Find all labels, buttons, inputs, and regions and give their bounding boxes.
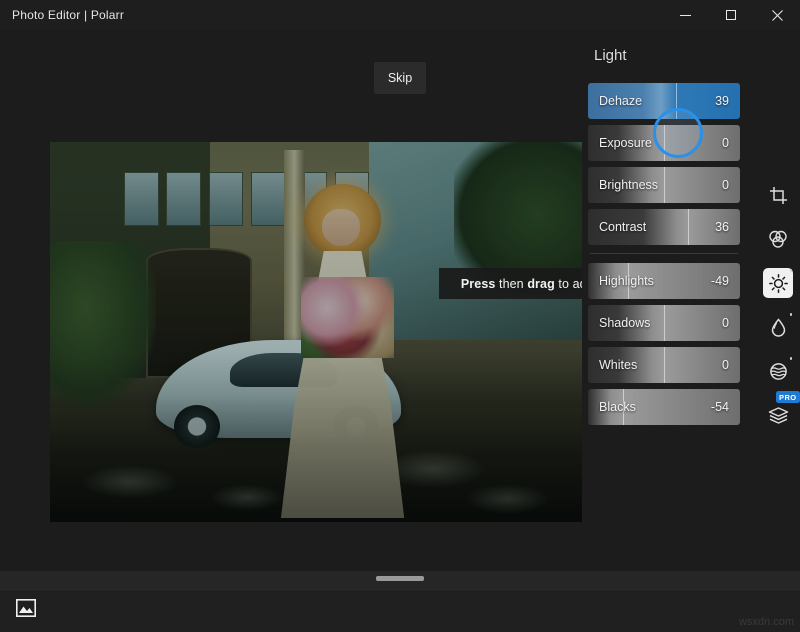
crop-tool[interactable]	[763, 180, 793, 210]
slider-marker	[664, 305, 665, 341]
light-adjust-panel: Light Dehaze 39 Exposure 0 Brightness 0 Contra…	[584, 30, 756, 577]
slider-label: Highlights	[599, 274, 654, 288]
slider-value: -49	[711, 274, 729, 288]
slider-marker	[664, 347, 665, 383]
maximize-icon[interactable]	[708, 0, 754, 30]
photo-canvas[interactable]: Press then drag to adjust.	[50, 142, 582, 522]
effects-tool[interactable]	[763, 312, 793, 342]
slider-exposure[interactable]: Exposure 0	[588, 125, 740, 161]
slider-brightness[interactable]: Brightness 0	[588, 167, 740, 203]
slider-value: -54	[711, 400, 729, 414]
slider-whites[interactable]: Whites 0	[588, 347, 740, 383]
tooltip-bold-press: Press	[461, 277, 496, 291]
slider-dehaze[interactable]: Dehaze 39	[588, 83, 740, 119]
slider-highlights[interactable]: Highlights -49	[588, 263, 740, 299]
slider-marker	[664, 125, 665, 161]
tool-indicator-dot	[790, 269, 793, 272]
slider-group-divider	[590, 253, 738, 254]
slider-label: Exposure	[599, 136, 652, 150]
crop-icon	[769, 186, 788, 205]
texture-tool[interactable]	[763, 356, 793, 386]
resize-handle[interactable]	[376, 576, 424, 581]
tool-indicator-dot	[790, 357, 793, 360]
color-icon	[768, 230, 788, 249]
color-tool[interactable]	[763, 224, 793, 254]
window-controls	[662, 0, 800, 30]
slider-marker	[688, 209, 689, 245]
tooltip-bold-drag: drag	[527, 277, 555, 291]
pro-badge: PRO	[776, 391, 800, 403]
editor-workspace: Skip	[0, 30, 584, 577]
skip-button[interactable]: Skip	[374, 62, 426, 94]
slider-blacks[interactable]: Blacks -54	[588, 389, 740, 425]
slider-marker	[664, 167, 665, 203]
slider-value: 0	[722, 136, 729, 150]
photo-editor-window: Photo Editor | Polarr Skip	[0, 0, 800, 632]
photo-icon[interactable]	[16, 599, 36, 617]
photo-image	[50, 142, 582, 522]
slider-shadows[interactable]: Shadows 0	[588, 305, 740, 341]
slider-value: 0	[722, 316, 729, 330]
slider-label: Shadows	[599, 316, 650, 330]
close-icon[interactable]	[754, 0, 800, 30]
sun-icon	[769, 274, 788, 293]
tooltip-middle: then	[495, 277, 527, 291]
watermark: wsxdn.com	[739, 616, 794, 628]
slider-label: Brightness	[599, 178, 658, 192]
slider-label: Contrast	[599, 220, 646, 234]
panel-title: Light	[594, 47, 627, 64]
slider-label: Whites	[599, 358, 637, 372]
light-tool[interactable]	[763, 268, 793, 298]
window-title: Photo Editor | Polarr	[12, 8, 124, 22]
bottom-bar: wsxdn.com	[0, 589, 800, 632]
slider-value: 39	[715, 94, 729, 108]
slider-value: 0	[722, 178, 729, 192]
slider-list: Dehaze 39 Exposure 0 Brightness 0 Contrast 36 Hi…	[588, 83, 742, 431]
slider-label: Blacks	[599, 400, 636, 414]
tool-indicator-dot	[790, 313, 793, 316]
slider-label: Dehaze	[599, 94, 642, 108]
tool-rail: PRO	[756, 30, 800, 577]
hint-tooltip: Press then drag to adjust.	[439, 268, 582, 299]
layers-icon	[768, 406, 789, 425]
title-bar: Photo Editor | Polarr	[0, 0, 800, 30]
slider-marker	[676, 83, 677, 119]
layers-tool[interactable]: PRO	[763, 400, 793, 430]
drop-icon	[769, 318, 788, 337]
slider-value: 0	[722, 358, 729, 372]
minimize-icon[interactable]	[662, 0, 708, 30]
tooltip-tail: to adjust.	[555, 277, 582, 291]
slider-contrast[interactable]: Contrast 36	[588, 209, 740, 245]
slider-value: 36	[715, 220, 729, 234]
texture-icon	[769, 362, 788, 381]
